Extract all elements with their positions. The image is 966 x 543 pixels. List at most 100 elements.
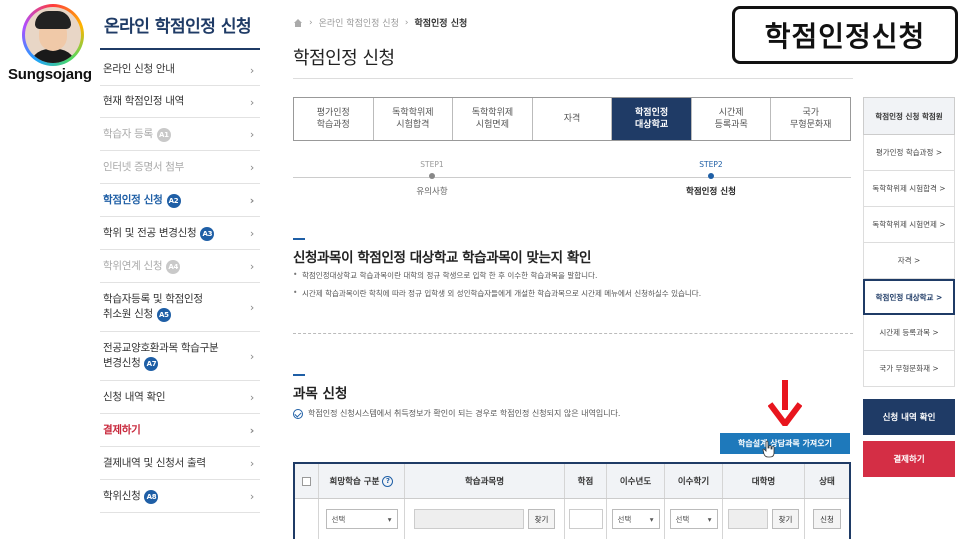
chevron-right-icon: › — [249, 391, 254, 404]
tab-0[interactable]: 평가인정 학습과정 — [294, 98, 374, 140]
right-menu-item[interactable]: 국가 무형문화재 > — [863, 351, 955, 387]
step-indicator: STEP1 유의사항 STEP2 학점인정 신청 — [293, 160, 851, 204]
sidebar-item[interactable]: 인터넷 증명서 첨부 › — [100, 151, 260, 184]
table-row: 선택 ▾ 찾기 선택 ▾ 선택 ▾ 찾기 신청 — [295, 499, 849, 539]
notice-item: 학점인정대상학교 학습과목이란 대학의 정규 학생으로 입학 한 후 이수한 학… — [293, 270, 853, 281]
right-menu-item[interactable]: 독학학위제 시험합격 > — [863, 171, 955, 207]
credit-source-tabs: 평가인정 학습과정 독학학위제 시험합격 독학학위제 시험면제 자격 학점인정 대상학교… — [293, 97, 851, 141]
sidebar-item[interactable]: 신청 내역 확인 › — [100, 381, 260, 414]
sidebar-item-label: 학위 및 전공 변경신청 A3 — [103, 226, 215, 241]
sidebar-item-text: 결제내역 및 신청서 출력 — [103, 456, 206, 469]
sidebar-item-badge: A7 — [144, 357, 159, 371]
right-menu-list: 평가인정 학습과정 > 독학학위제 시험합격 > 독학학위제 시험면제 > 자격 > 학… — [863, 135, 955, 387]
sidebar-item-text: 결제하기 — [103, 423, 141, 436]
home-icon[interactable] — [293, 18, 303, 28]
sidebar-item[interactable]: 학점인정 신청 A2 › — [100, 184, 260, 217]
sidebar-item[interactable]: 현재 학점인정 내역 › — [100, 86, 260, 118]
course-find-button[interactable]: 찾기 — [527, 509, 556, 529]
sidebar-item[interactable]: 학위신청 A8 › — [100, 480, 260, 513]
header-year: 이수년도 — [607, 464, 665, 498]
apply-row-button[interactable]: 신청 — [813, 509, 841, 529]
row-year-cell: 선택 ▾ — [607, 499, 665, 539]
sidebar-item[interactable]: 온라인 신청 안내 › — [100, 54, 260, 86]
header-study-type: 희망학습 구분 ? — [319, 464, 405, 498]
sidebar-item[interactable]: 학습자 등록 A1 › — [100, 118, 260, 151]
breadcrumb-current: 학점인정 신청 — [414, 19, 468, 29]
right-menu-item[interactable]: 시간제 등록과목 > — [863, 315, 955, 351]
sidebar-item-badge: A1 — [156, 127, 171, 142]
row-credit-cell — [565, 499, 607, 539]
chevron-right-icon: › — [249, 128, 254, 141]
header-credit: 학점 — [565, 464, 607, 498]
sidebar-item-label: 결제내역 및 신청서 출력 — [103, 456, 206, 471]
chevron-right-icon: › — [249, 301, 254, 314]
tab-5[interactable]: 시간제 등록과목 — [691, 98, 772, 140]
university-find-button[interactable]: 찾기 — [771, 509, 800, 529]
sidebar-item[interactable]: 전공교양호환과목 학습구분 변경신청 A7 › — [100, 332, 260, 381]
fetch-consulted-courses-button[interactable]: 학습설계 상담과목 가져오기 — [720, 433, 850, 454]
apply-note-text: 학점인정 신청시스템에서 취득정보가 확인이 되는 경우로 학점인정 신청되지 … — [308, 409, 621, 418]
chevron-right-icon: › — [249, 350, 254, 363]
right-menu-item[interactable]: 학점인정 대상학교 > — [863, 279, 955, 315]
select-all-checkbox[interactable] — [302, 476, 311, 486]
sidebar-item-label: 인터넷 증명서 첨부 — [103, 160, 184, 175]
tab-6[interactable]: 국가 무형문화재 — [771, 98, 851, 140]
tab-3[interactable]: 자격 — [532, 98, 613, 140]
sidebar-item[interactable]: 결제내역 및 신청서 출력 › — [100, 447, 260, 480]
study-type-select-value: 선택 — [331, 514, 346, 524]
brand-watermark: Sungsojang — [8, 66, 92, 83]
sidebar-item-text: 학위신청 — [103, 489, 141, 502]
sidebar-item-text: 학습자등록 및 학점인정 — [103, 293, 203, 305]
sidebar-item-text-line2: 취소원 신청 — [103, 308, 153, 320]
sidebar-item-text: 전공교양호환과목 학습구분 — [103, 342, 219, 354]
apply-note: 학점인정 신청시스템에서 취득정보가 확인이 되는 경우로 학점인정 신청되지 … — [293, 408, 620, 419]
sidebar-item-badge: A8 — [144, 489, 159, 504]
sidebar-item-text: 신청 내역 확인 — [103, 390, 166, 403]
study-type-select[interactable]: 선택 ▾ — [325, 509, 398, 529]
sidebar-item-label: 학습자등록 및 학점인정 취소원 신청 A5 — [103, 292, 203, 322]
right-menu-item[interactable]: 독학학위제 시험면제 > — [863, 207, 955, 243]
chevron-right-icon: › — [249, 63, 254, 77]
red-arrow-down-icon — [768, 380, 802, 426]
header-course-name: 학습과목명 — [405, 464, 565, 498]
pay-button[interactable]: 결제하기 — [863, 441, 955, 477]
step-2: STEP2 학점인정 신청 — [671, 160, 751, 197]
sidebar-item-label: 현재 학점인정 내역 — [103, 94, 184, 109]
right-menu-head: 학점인정 신청 학점원 — [863, 97, 955, 135]
sidebar-item[interactable]: 학위연계 신청 A4 › — [100, 250, 260, 283]
sidebar-item[interactable]: 학위 및 전공 변경신청 A3 › — [100, 217, 260, 250]
check-applications-button[interactable]: 신청 내역 확인 — [863, 399, 955, 435]
credit-input[interactable] — [568, 509, 603, 529]
table-header: 희망학습 구분 ? 학습과목명 학점 이수년도 이수학기 대학명 상태 — [295, 464, 849, 499]
sidebar-list: 온라인 신청 안내 › 현재 학점인정 내역 › 학습자 등록 A1 › 인터넷 증명서 첨부… — [100, 54, 260, 513]
step-1-number: STEP1 — [420, 160, 444, 169]
row-course-name-cell: 찾기 — [405, 499, 565, 539]
help-icon[interactable]: ? — [382, 475, 394, 487]
notice-item: 시간제 학습과목이란 학칙에 따라 정규 입학생 외 성인학습자들에게 개설한 … — [293, 288, 853, 299]
chevron-right-icon: › — [249, 194, 255, 207]
sidebar-title: 온라인 학점인정 신청 — [104, 17, 252, 37]
header-select-all-cell — [295, 464, 319, 498]
semester-select[interactable]: 선택 ▾ — [669, 509, 718, 529]
tab-2[interactable]: 독학학위제 시험면제 — [453, 98, 533, 140]
tab-4[interactable]: 학점인정 대상학교 — [612, 98, 692, 140]
tab-1[interactable]: 독학학위제 시험합격 — [373, 98, 454, 140]
year-select[interactable]: 선택 ▾ — [611, 509, 660, 529]
section-marker — [293, 374, 305, 376]
course-name-input[interactable] — [413, 509, 524, 529]
header-status: 상태 — [819, 477, 835, 487]
notice-list: 학점인정대상학교 학습과목이란 대학의 정규 학생으로 입학 한 후 이수한 학… — [293, 270, 853, 306]
year-select-value: 선택 — [617, 514, 632, 524]
sidebar-item-text: 인터넷 증명서 첨부 — [103, 160, 184, 173]
dashed-divider — [293, 333, 853, 334]
sidebar-item[interactable]: 결제하기 › — [100, 414, 260, 447]
university-input[interactable] — [727, 509, 768, 529]
right-menu-item[interactable]: 평가인정 학습과정 > — [863, 135, 955, 171]
sidebar-item-text: 학위 및 전공 변경신청 — [103, 226, 197, 239]
breadcrumb-item[interactable]: 온라인 학점인정 신청 — [319, 16, 399, 29]
right-quick-menu: 학점인정 신청 학점원 평가인정 학습과정 > 독학학위제 시험합격 > 독학학위제… — [863, 97, 955, 477]
sidebar-item-text: 온라인 신청 안내 — [103, 63, 175, 75]
sidebar-item[interactable]: 학습자등록 및 학점인정 취소원 신청 A5 › — [100, 283, 260, 332]
right-menu-item[interactable]: 자격 > — [863, 243, 955, 279]
sidebar-item-label: 전공교양호환과목 학습구분 변경신청 A7 — [103, 341, 219, 371]
